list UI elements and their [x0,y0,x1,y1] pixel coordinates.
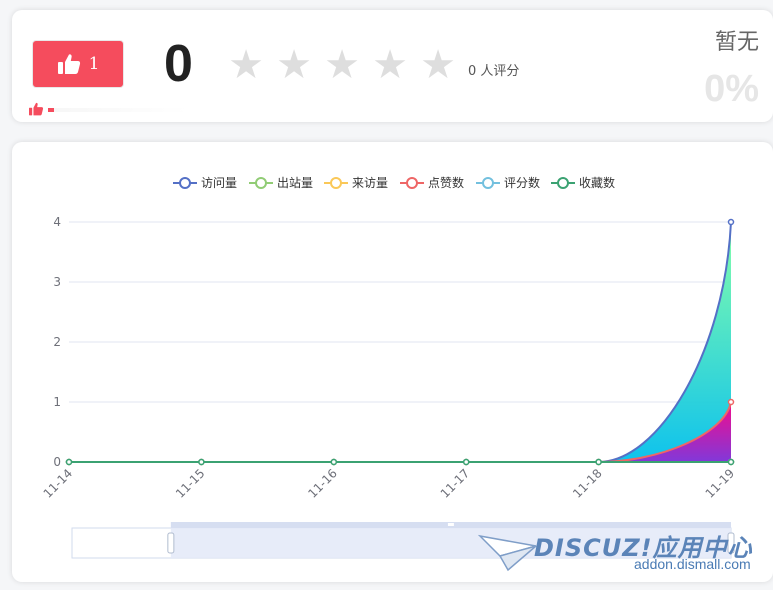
like-ratio-bar [48,108,188,112]
legend-label: 来访量 [352,176,388,190]
star-2[interactable]: ★ [270,45,318,85]
legend-label: 访问量 [201,176,237,190]
legend-label: 出站量 [277,176,313,190]
y-tick-label: 2 [53,335,61,349]
rating-card: 1 0 ★ ★ ★ ★ ★ 0 人评分 暂无 0% [12,10,773,122]
paper-plane-icon [478,534,537,572]
legend-marker [557,177,569,189]
like-ratio-fill [48,108,54,112]
data-point [727,398,735,406]
legend-label: 评分数 [504,175,540,190]
star-4[interactable]: ★ [366,45,414,85]
legend-marker [255,177,267,189]
watermark: DISCUZ!应用中心 addon.dismall.com [478,528,768,578]
rating-count: 0 人评分 [468,64,520,79]
y-tick-label: 0 [53,455,61,469]
mini-thumbs-up-icon [29,102,44,116]
legend-marker [330,177,342,189]
mini-like-indicator [28,102,44,116]
like-button[interactable]: 1 [32,40,124,88]
stats-chart: 访问量 出站量 来访量 点赞数 评分数 收藏数 0 1 2 3 4 11-14 11-15 11-16 11… [41,175,738,559]
data-point [330,458,338,466]
star-5[interactable]: ★ [414,45,462,85]
legend-label: 收藏数 [579,175,615,190]
data-point [462,458,470,466]
legend-item[interactable]: 访问量 [173,176,237,190]
star-rating[interactable]: ★ ★ ★ ★ ★ [222,45,462,85]
zoom-drag-grip [447,523,454,526]
legend-marker [179,177,191,189]
x-tick-label: 11-14 [41,466,76,501]
legend-item[interactable]: 来访量 [324,176,388,190]
legend-label: 点赞数 [428,175,464,190]
legend-marker [406,177,418,189]
legend-item[interactable]: 收藏数 [551,175,615,190]
legend-item[interactable]: 点赞数 [400,175,464,190]
thumbs-up-icon [57,54,80,74]
y-tick-label: 4 [53,215,61,229]
rating-status: 暂无 [714,30,759,55]
data-point [727,458,735,466]
x-tick-label: 11-19 [703,466,738,501]
data-point [65,458,73,466]
data-point [727,218,735,226]
zoom-handle-left[interactable] [167,532,175,554]
y-tick-label: 3 [53,275,61,289]
x-tick-label: 11-17 [438,466,473,501]
y-tick-label: 1 [53,395,61,409]
legend-marker [482,177,494,189]
star-1[interactable]: ★ [222,45,270,85]
stats-chart-card: 访问量 出站量 来访量 点赞数 评分数 收藏数 0 1 2 3 4 11-14 11-15 11-16 11… [12,142,773,582]
legend-item[interactable]: 出站量 [249,176,313,190]
legend-item[interactable]: 评分数 [476,175,540,190]
data-point [198,458,205,466]
data-point [595,458,602,466]
x-tick-label: 11-15 [173,466,208,501]
x-tick-label: 11-18 [570,466,605,501]
rating-percent: 0% [704,68,759,110]
x-tick-label: 11-16 [305,466,340,501]
like-count: 1 [88,54,100,74]
average-score: 0 [164,35,193,93]
watermark-url: addon.dismall.com [634,556,751,572]
star-3[interactable]: ★ [318,45,366,85]
